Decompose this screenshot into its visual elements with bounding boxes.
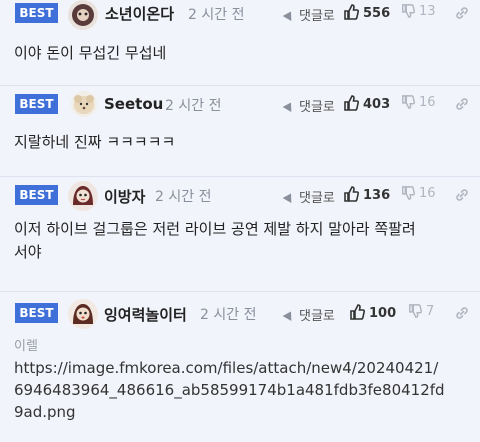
- reply-arrow-icon: [282, 191, 296, 203]
- reply-arrow-icon: [282, 309, 296, 321]
- timestamp: 2 시간 전: [155, 189, 212, 205]
- best-badge: BEST: [15, 3, 58, 23]
- comment-item: BEST 소년이온다 2 시간 전 댓글로 556 13 이야 돈이 무섭긴 무…: [0, 0, 480, 86]
- link-icon[interactable]: [454, 187, 470, 207]
- thumbs-down-icon: [409, 304, 422, 318]
- upvote-button[interactable]: 556: [343, 4, 390, 21]
- comment-text: 지랄하네 진짜 ㅋㅋㅋㅋㅋ: [14, 133, 176, 151]
- best-badge: BEST: [15, 185, 58, 205]
- image-url-line: 9ad.png: [14, 403, 76, 421]
- upvote-button[interactable]: 136: [343, 186, 390, 203]
- link-icon[interactable]: [454, 5, 470, 25]
- reply-button[interactable]: 댓글로: [282, 187, 335, 206]
- downvote-button[interactable]: 16: [401, 95, 436, 110]
- downvote-button[interactable]: 13: [401, 4, 436, 19]
- avatar[interactable]: [71, 91, 97, 117]
- best-badge: BEST: [15, 303, 58, 323]
- reply-button[interactable]: 댓글로: [282, 5, 335, 24]
- thumbs-up-icon: [344, 95, 359, 111]
- comment-body: 이렐 https://image.fmkorea.com/files/attac…: [14, 337, 480, 423]
- avatar[interactable]: [68, 181, 98, 211]
- timestamp: 2 시간 전: [188, 7, 245, 23]
- downvote-button[interactable]: 7: [408, 304, 434, 319]
- image-url-line: https://image.fmkorea.com/files/attach/n…: [14, 359, 439, 377]
- thumbs-down-icon: [402, 95, 415, 109]
- nickname[interactable]: 이방자: [104, 186, 145, 207]
- avatar[interactable]: [68, 0, 98, 30]
- comment-text-line: 서야: [14, 243, 42, 261]
- nickname[interactable]: Seetou: [104, 95, 163, 113]
- timestamp: 2 시간 전: [165, 98, 222, 114]
- downvote-button[interactable]: 16: [401, 186, 436, 201]
- nickname[interactable]: 소년이온다: [105, 3, 174, 24]
- image-url-line: 6946483964_486616_ab58599174b1a481fdb3fe…: [14, 381, 445, 399]
- reply-arrow-icon: [282, 100, 296, 112]
- thumbs-up-icon: [344, 4, 359, 20]
- thumbs-down-icon: [402, 4, 415, 18]
- reply-arrow-icon: [282, 9, 296, 21]
- comment-item: BEST 잉여력놀이터 2 시간 전 댓글로 100 7 이렐 https://: [0, 292, 480, 442]
- reply-button[interactable]: 댓글로: [282, 305, 335, 324]
- upvote-button[interactable]: 100: [349, 304, 396, 321]
- image-label: 이렐: [14, 339, 38, 354]
- comment-text: 이야 돈이 무섭긴 무섭네: [14, 44, 167, 62]
- reply-button[interactable]: 댓글로: [282, 96, 335, 115]
- link-icon[interactable]: [454, 96, 470, 116]
- comment-item: BEST 이방자 2 시간 전 댓글로 136 16 이저 하이브 걸그룹은 저…: [0, 177, 480, 292]
- best-badge: BEST: [15, 94, 58, 114]
- thumbs-up-icon: [344, 186, 359, 202]
- avatar[interactable]: [68, 299, 98, 329]
- thumbs-down-icon: [402, 186, 415, 200]
- comment-text-line: 이저 하이브 걸그룹은 저런 라이브 공연 제발 하지 말아라 쪽팔려: [14, 220, 416, 238]
- nickname[interactable]: 잉여력놀이터: [104, 304, 187, 325]
- upvote-button[interactable]: 403: [343, 95, 390, 112]
- thumbs-up-icon: [350, 304, 365, 320]
- link-icon[interactable]: [454, 305, 470, 325]
- comment-item: BEST Seetou 2 시간 전 댓글로 403 16 지랄하네 진짜 ㅋㅋ…: [0, 86, 480, 177]
- timestamp: 2 시간 전: [200, 307, 257, 323]
- image-url[interactable]: https://image.fmkorea.com/files/attach/n…: [14, 357, 480, 423]
- comment-text: 이저 하이브 걸그룹은 저런 라이브 공연 제발 하지 말아라 쪽팔려 서야: [14, 218, 474, 264]
